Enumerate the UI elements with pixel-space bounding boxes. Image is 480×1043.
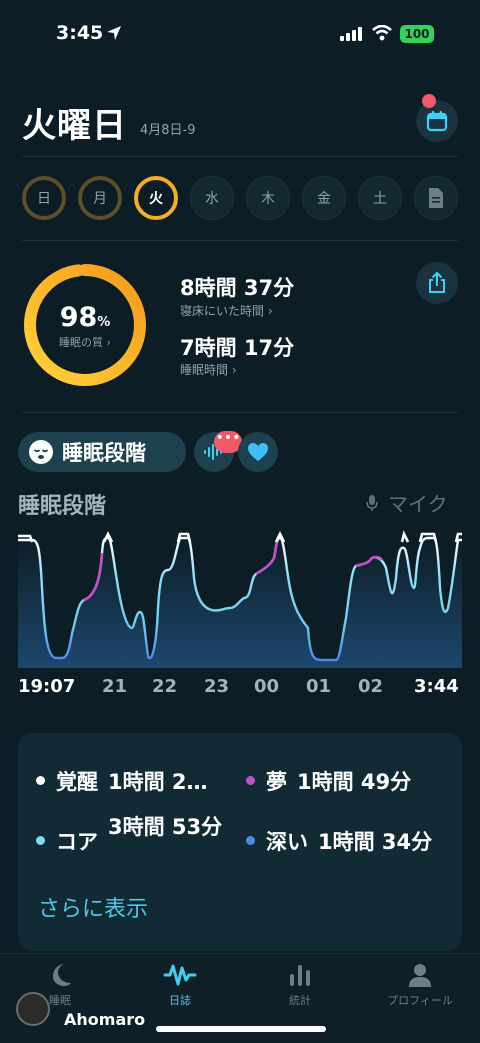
date-range: 4月8日-9 [140,123,196,138]
wifi-icon [372,25,392,41]
sleep-stage-chip[interactable]: 睡眠段階 [18,432,186,472]
moon-icon [53,964,71,986]
x-axis-end: 3:44 [414,676,459,697]
share-icon [429,272,445,293]
sleeping-face-icon [29,440,53,464]
awake-dot [36,776,45,785]
x-axis-tick: 00 [254,676,280,697]
battery-indicator: 100 [400,25,434,43]
tab-profile[interactable]: プロフィール [360,962,480,1008]
watermark-seal [16,992,50,1026]
summary-deep: 深い 1時間 34分 [246,826,462,856]
tab-stats[interactable]: 統計 [240,962,360,1008]
divider [22,156,458,157]
core-dot [36,836,45,845]
home-indicator[interactable] [156,1026,326,1032]
x-axis-tick: 22 [152,676,178,697]
heart-rate-chip[interactable] [238,432,278,472]
in-bed-time-value: 8時間 37分 [180,276,295,300]
share-button[interactable] [416,262,458,304]
notification-dot [422,94,436,108]
weekly-report-button[interactable] [414,176,458,220]
summary-core: コア 3時間 53分 [36,812,246,856]
summary-dream: 夢 1時間 49分 [246,766,456,796]
day-mon[interactable]: 月 [78,176,122,220]
bar-chart-icon [290,965,310,986]
microphone-icon [366,494,378,511]
divider [22,412,458,413]
in-bed-time-link[interactable]: 寝床にいた時間 › [180,302,273,319]
waveform-icon [163,964,197,986]
show-more-link[interactable]: さらに表示 [38,891,148,923]
hypnogram-chart[interactable] [18,528,462,668]
awake-marker [400,530,410,543]
microphone-toggle[interactable]: マイク [366,488,448,517]
x-axis-start: 19:07 [18,676,76,697]
sleep-score: 98% [59,302,111,333]
tab-journal[interactable]: 日誌 [120,962,240,1008]
person-icon [409,964,431,987]
calendar-icon [426,111,448,132]
document-icon [429,188,443,208]
deep-dot [246,836,255,845]
watermark-text: Ahomaro [64,1010,146,1029]
page-title: 火曜日 [22,106,127,146]
day-wed[interactable]: 水 [190,176,234,220]
chart-title: 睡眠段階 [18,494,107,519]
day-sat[interactable]: 土 [358,176,402,220]
cellular-signal-icon [340,27,362,41]
divider [22,240,458,241]
day-thu[interactable]: 木 [246,176,290,220]
day-sun[interactable]: 日 [22,176,66,220]
week-selector: 日 月 火 水 木 金 土 [22,176,458,220]
sleep-time-link[interactable]: 睡眠時間 › [180,361,237,378]
sleep-time-value: 7時間 17分 [180,336,295,360]
summary-awake: 覚醒 1時間 2… [36,766,236,796]
x-axis-tick: 21 [102,676,128,697]
calendar-button[interactable] [416,100,458,142]
day-fri[interactable]: 金 [302,176,346,220]
status-time: 3:45 [56,22,104,44]
x-axis-tick: 01 [306,676,332,697]
day-tue[interactable]: 火 [134,176,178,220]
x-axis-tick: 02 [358,676,384,697]
sleep-score-label[interactable]: 睡眠の質 › [22,334,148,350]
location-arrow-icon [107,26,121,40]
heart-icon [248,443,268,461]
x-axis-tick: 23 [204,676,230,697]
dream-dot [246,776,255,785]
